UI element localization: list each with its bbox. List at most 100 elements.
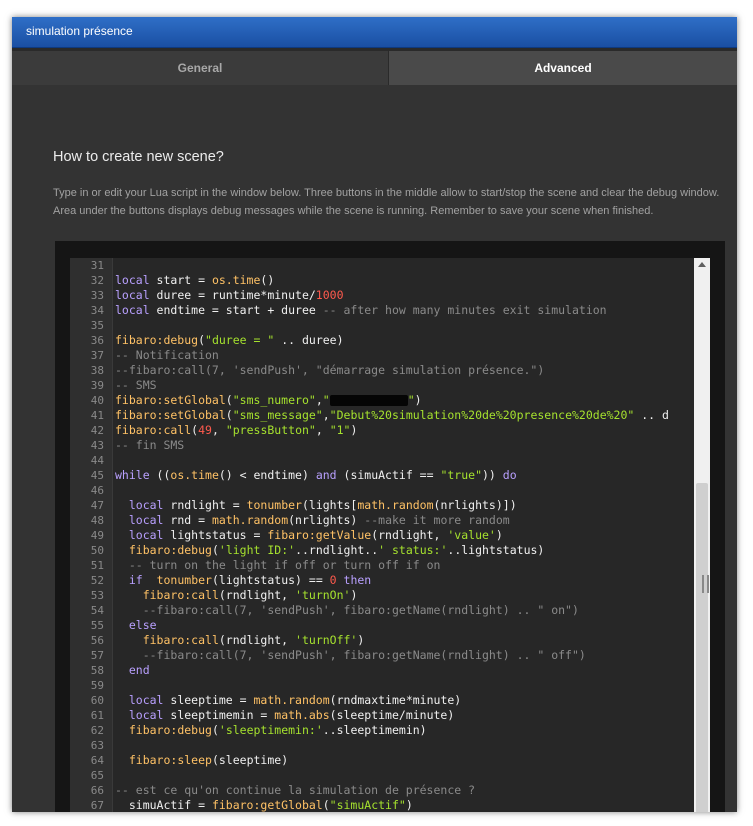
line-text: simuActif = fibaro:getGlobal("simuActif"… xyxy=(115,798,413,812)
code-line[interactable]: 62 fibaro:debug('sleeptimemin:'..sleepti… xyxy=(70,723,694,738)
code-token: " xyxy=(407,393,415,407)
code-line[interactable]: 57 --fibaro:call(7, 'sendPush', fibaro:g… xyxy=(70,648,694,663)
editor-frame: 31 32 local start = os.time() 33 local duree… xyxy=(55,241,725,812)
tab-general[interactable]: General xyxy=(12,51,388,85)
code-line[interactable]: 45 while ((os.time() < endtime) and (simu… xyxy=(70,468,694,483)
code-token: (( xyxy=(149,468,171,482)
code-token: fibaro:debug xyxy=(128,723,212,737)
code-line[interactable]: 47 local rndlight = tonumber(lights[math… xyxy=(70,498,694,513)
code-token: fibaro:setGlobal xyxy=(115,393,226,407)
code-token: else xyxy=(128,618,157,632)
code-token: 'light ID:' xyxy=(218,543,296,557)
code-line[interactable]: 48 local rnd = math.random(nrlights) --m… xyxy=(70,513,694,528)
code-line[interactable]: 55 else xyxy=(70,618,694,633)
code-line[interactable]: 37 -- Notification xyxy=(70,348,694,363)
code-line[interactable]: 54 --fibaro:call(7, 'sendPush', fibaro:g… xyxy=(70,603,694,618)
code-token: fibaro:setGlobal xyxy=(115,408,226,422)
code-lines[interactable]: 31 32 local start = os.time() 33 local duree… xyxy=(70,258,694,812)
code-line[interactable]: 58 end xyxy=(70,663,694,678)
code-line[interactable]: 36 fibaro:debug("duree = " .. duree) xyxy=(70,333,694,348)
code-line[interactable]: 42 fibaro:call(49, "pressButton", "1") xyxy=(70,423,694,438)
code-token: duree = runtime*minute/ xyxy=(149,288,316,302)
line-text: local duree = runtime*minute/1000 xyxy=(115,288,344,303)
code-line[interactable]: 38 --fibaro:call(7, 'sendPush', "démarrag… xyxy=(70,363,694,378)
line-number: 61 xyxy=(90,709,104,722)
code-token: ..sleeptimemin) xyxy=(322,723,427,737)
line-text: --fibaro:call(7, 'sendPush', "démarrage … xyxy=(115,363,544,378)
code-token: rndlight = xyxy=(163,498,247,512)
code-token: --fibaro:call(7, 'sendPush', fibaro:getN… xyxy=(142,603,579,617)
code-line[interactable]: 61 local sleeptimemin = math.abs(sleepti… xyxy=(70,708,694,723)
code-token: rnd = xyxy=(163,513,212,527)
code-line[interactable]: 56 fibaro:call(rndlight, 'turnOff') xyxy=(70,633,694,648)
code-token: ( xyxy=(225,393,233,407)
code-line[interactable]: 34 local endtime = start + duree -- after… xyxy=(70,303,694,318)
code-line[interactable]: 31 xyxy=(70,258,694,273)
code-token: local xyxy=(128,513,164,527)
tab-bar: General Advanced xyxy=(12,51,737,85)
code-token: ) xyxy=(414,393,422,407)
line-text: else xyxy=(115,618,157,633)
code-line[interactable]: 65 xyxy=(70,768,694,783)
code-line[interactable]: 43 -- fin SMS xyxy=(70,438,694,453)
code-token: "duree = " xyxy=(205,333,275,347)
help-text: Type in or edit your Lua script in the w… xyxy=(53,187,720,217)
code-token: fibaro:debug xyxy=(115,333,199,347)
vertical-scrollbar[interactable] xyxy=(694,258,710,812)
code-token: "1" xyxy=(329,423,351,437)
code-line[interactable]: 40 fibaro:setGlobal("sms_numero"," ") xyxy=(70,393,694,408)
line-text: fibaro:sleep(sleeptime) xyxy=(115,753,288,768)
lua-code-editor[interactable]: 31 32 local start = os.time() 33 local duree… xyxy=(70,258,710,812)
code-line[interactable]: 41 fibaro:setGlobal("sms_message","Debut%… xyxy=(70,408,694,423)
code-token: math.random xyxy=(211,513,289,527)
line-text: fibaro:setGlobal("sms_message","Debut%20… xyxy=(115,408,669,423)
code-line[interactable]: 35 xyxy=(70,318,694,333)
scene-window: simulation présence General Advanced How… xyxy=(12,17,737,812)
code-line[interactable]: 49 local lightstatus = fibaro:getValue(r… xyxy=(70,528,694,543)
code-token: -- SMS xyxy=(115,378,157,392)
code-line[interactable]: 52 if tonumber(lightstatus) == 0 then xyxy=(70,573,694,588)
scrollbar-thumb[interactable] xyxy=(696,483,708,812)
line-number: 45 xyxy=(90,469,104,482)
code-token: if xyxy=(128,573,143,587)
code-line[interactable]: 44 xyxy=(70,453,694,468)
code-line[interactable]: 64 fibaro:sleep(sleeptime) xyxy=(70,753,694,768)
code-token: "pressButton" xyxy=(225,423,316,437)
code-token: math.random xyxy=(253,693,330,707)
line-text: local start = os.time() xyxy=(115,273,274,288)
line-number: 34 xyxy=(90,304,104,317)
scroll-up-arrow-icon[interactable] xyxy=(698,262,706,267)
code-line[interactable]: 33 local duree = runtime*minute/1000 xyxy=(70,288,694,303)
tab-advanced[interactable]: Advanced xyxy=(389,51,737,85)
code-line[interactable]: 32 local start = os.time() xyxy=(70,273,694,288)
code-token: end xyxy=(128,663,150,677)
code-line[interactable]: 63 xyxy=(70,738,694,753)
code-line[interactable]: 59 xyxy=(70,678,694,693)
code-line[interactable]: 66 -- est ce qu'on continue la simulation… xyxy=(70,783,694,798)
code-token: ( xyxy=(225,408,233,422)
code-line[interactable]: 51 -- turn on the light if off or turn o… xyxy=(70,558,694,573)
code-line[interactable]: 60 local sleeptime = math.random(rndmaxt… xyxy=(70,693,694,708)
line-number: 47 xyxy=(90,499,104,512)
code-line[interactable]: 46 xyxy=(70,483,694,498)
line-number: 35 xyxy=(90,319,104,332)
code-token: 1000 xyxy=(315,288,344,302)
code-token: -- Notification xyxy=(115,348,219,362)
code-token: "Debut%20simulation%20de%20presence%20de… xyxy=(329,408,635,422)
code-token: (sleeptime) xyxy=(211,753,289,767)
code-line[interactable]: 39 -- SMS xyxy=(70,378,694,393)
code-line[interactable]: 50 fibaro:debug('light ID:'..rndlight..'… xyxy=(70,543,694,558)
code-token: start = xyxy=(149,273,212,287)
code-token: sleeptime = xyxy=(163,693,254,707)
resize-grip-icon[interactable] xyxy=(702,575,709,593)
code-line[interactable]: 67 simuActif = fibaro:getGlobal("simuAct… xyxy=(70,798,694,812)
code-token: 'turnOff' xyxy=(295,633,358,647)
code-line[interactable]: 53 fibaro:call(rndlight, 'turnOn') xyxy=(70,588,694,603)
title-bar: simulation présence xyxy=(12,17,737,48)
line-text: while ((os.time() < endtime) and (simuAc… xyxy=(115,468,517,483)
